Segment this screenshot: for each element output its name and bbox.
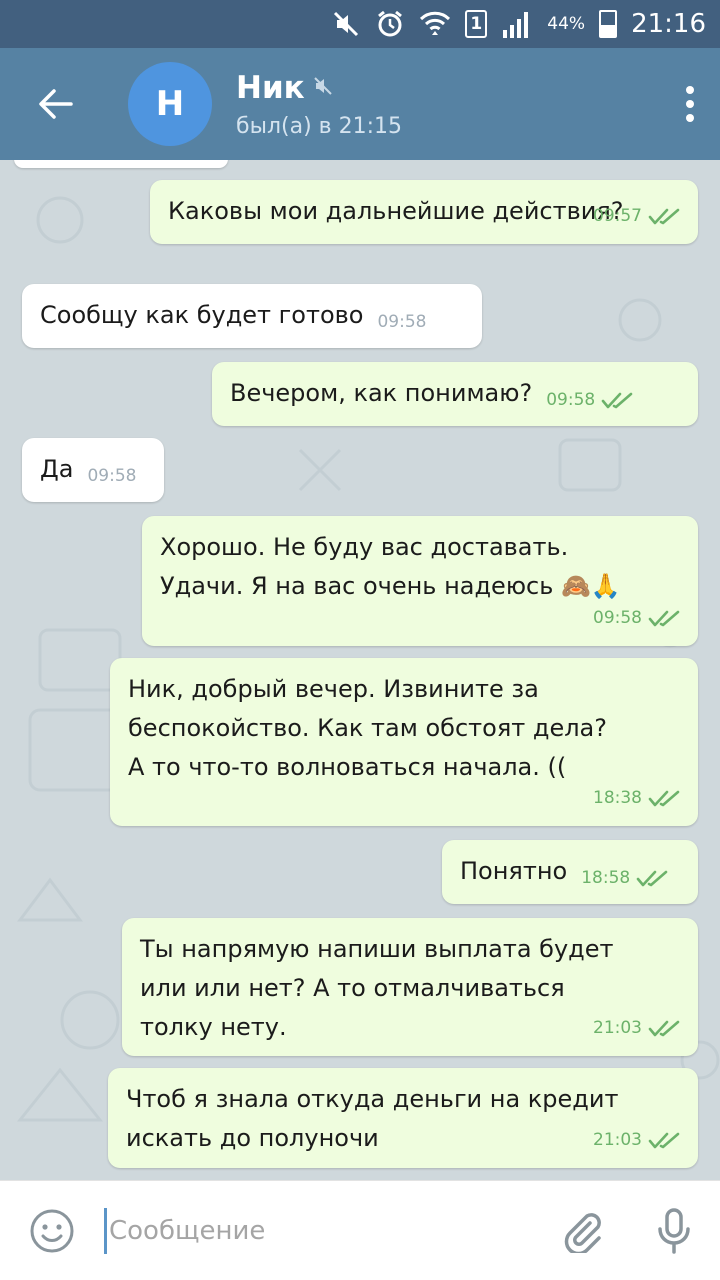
avatar[interactable]: Н <box>128 62 212 146</box>
arrow-left-icon <box>39 89 73 119</box>
status-bar: 1 44% 21:16 <box>0 0 720 48</box>
double-check-icon <box>636 870 668 886</box>
smiley-icon <box>30 1209 74 1252</box>
incoming-message-bubble[interactable]: Да 09:58 <box>22 438 164 502</box>
dot <box>686 100 694 108</box>
double-check-icon <box>648 610 680 626</box>
message-meta: 09:57 <box>593 197 680 236</box>
outgoing-message-bubble[interactable]: Хорошо. Не буду вас доставать. Удачи. Я … <box>142 516 698 646</box>
message-meta: 09:58 <box>377 303 426 342</box>
outgoing-message-bubble[interactable]: Понятно 18:58 <box>442 840 698 904</box>
message-meta: 09:58 <box>87 457 136 496</box>
signal-icon <box>501 9 533 39</box>
outgoing-message-bubble[interactable]: Ник, добрый вечер. Извините за беспокойс… <box>110 658 698 826</box>
message-text: Да <box>40 455 74 483</box>
message-time: 21:03 <box>593 1018 642 1038</box>
dot <box>686 114 694 122</box>
double-check-icon <box>648 790 680 806</box>
message-text: Сообщу как будет готово <box>40 301 364 329</box>
chat-header: Н Ник был(а) в 21:15 <box>0 48 720 160</box>
message-time: 09:58 <box>593 608 642 628</box>
microphone-button[interactable] <box>628 1181 720 1280</box>
contact-name: Ник <box>236 69 305 106</box>
back-button[interactable] <box>0 48 110 160</box>
more-menu-button[interactable] <box>660 48 720 160</box>
message-meta: 09:58 <box>593 599 680 638</box>
sim-slot-label: 1 <box>465 10 488 38</box>
wifi-icon <box>419 9 451 39</box>
double-check-icon <box>648 208 680 224</box>
clock: 21:16 <box>631 9 706 39</box>
message-text: Ник, добрый вечер. Извините за беспокойс… <box>128 675 608 781</box>
message-time: 09:58 <box>546 390 596 410</box>
message-text: Понятно <box>460 857 568 885</box>
microphone-icon <box>658 1207 690 1254</box>
message-time: 18:38 <box>593 788 642 808</box>
battery-icon <box>599 9 618 39</box>
message-meta: 18:58 <box>581 859 668 898</box>
battery-percent: 44% <box>547 14 586 34</box>
sim-icon: 1 <box>465 9 488 39</box>
alarm-icon <box>375 9 405 39</box>
muted-icon <box>313 76 333 100</box>
message-time: 09:58 <box>87 466 137 486</box>
message-field[interactable] <box>104 1201 536 1261</box>
paperclip-icon <box>564 1212 601 1253</box>
previous-message-edge <box>14 160 228 168</box>
message-meta: 18:38 <box>593 779 680 818</box>
message-list[interactable]: Каковы мои дальнейшие действия? 09:57 Сооб… <box>0 160 720 1180</box>
message-input[interactable] <box>107 1205 527 1256</box>
message-time: 21:03 <box>593 1130 642 1150</box>
last-seen-status: был(а) в 21:15 <box>236 113 402 139</box>
incoming-message-bubble[interactable]: Сообщу как будет готово 09:58 <box>22 284 482 348</box>
message-time: 09:57 <box>593 206 642 226</box>
double-check-icon <box>648 1132 680 1148</box>
emoji-button[interactable] <box>0 1181 104 1280</box>
dot <box>686 86 694 94</box>
message-time: 09:58 <box>377 312 427 332</box>
mute-icon <box>331 9 361 39</box>
message-meta: 21:03 <box>593 1009 680 1048</box>
outgoing-message-bubble[interactable]: Каковы мои дальнейшие действия? 09:57 <box>150 180 698 244</box>
message-text: Хорошо. Не буду вас доставать. Удачи. Я … <box>160 533 621 600</box>
double-check-icon <box>601 392 633 408</box>
message-meta: 09:58 <box>546 381 633 420</box>
attach-button[interactable] <box>536 1181 628 1280</box>
outgoing-message-bubble[interactable]: Вечером, как понимаю? 09:58 <box>212 362 698 426</box>
message-meta: 21:03 <box>593 1121 680 1160</box>
chat-title-block[interactable]: Ник был(а) в 21:15 <box>236 70 660 139</box>
message-text: Вечером, как понимаю? <box>230 379 533 407</box>
compose-bar <box>0 1180 720 1280</box>
message-time: 18:58 <box>581 868 631 888</box>
double-check-icon <box>648 1020 680 1036</box>
outgoing-message-bubble[interactable]: Чтоб я знала откуда деньги на кредит иск… <box>108 1068 698 1168</box>
outgoing-message-bubble[interactable]: Ты напрямую напиши выплата будет или или… <box>122 918 698 1056</box>
